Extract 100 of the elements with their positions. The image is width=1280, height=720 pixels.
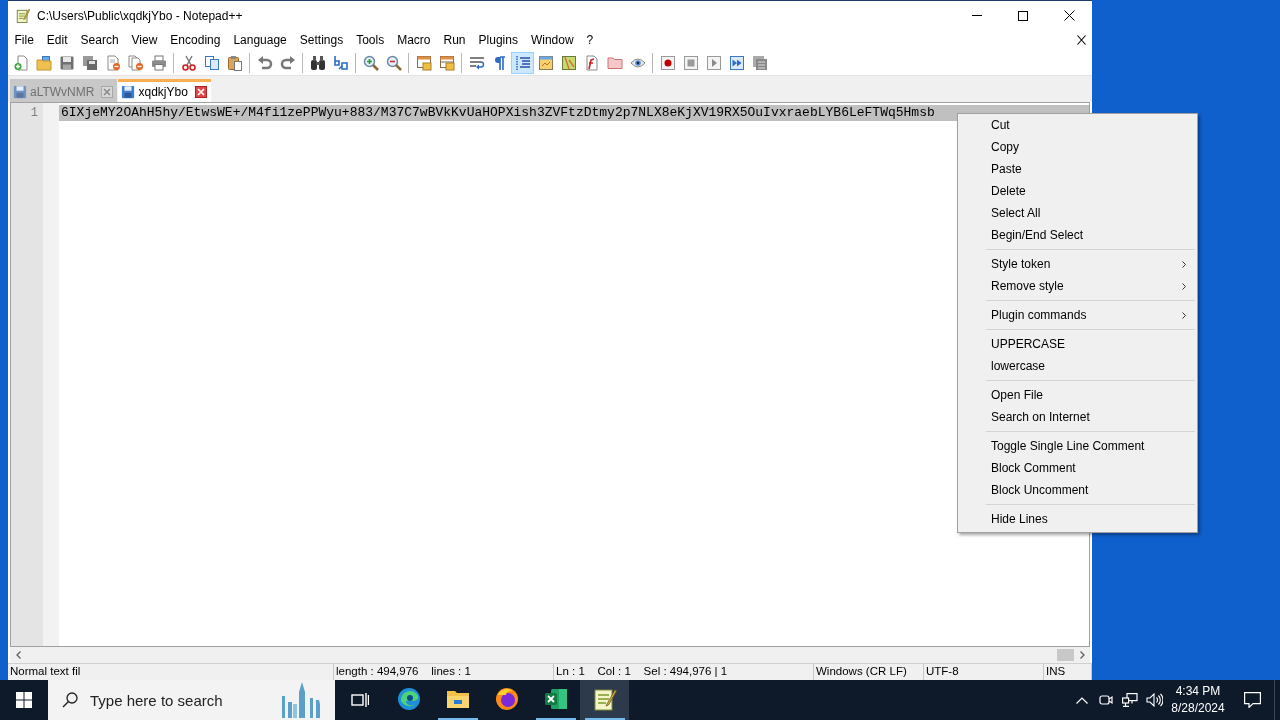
redo-icon — [279, 54, 296, 71]
menu-item[interactable]: Settings — [293, 30, 350, 50]
undo-icon — [256, 54, 273, 71]
chevron-right-icon — [1079, 651, 1085, 659]
context-menu-item[interactable]: Search on Internet — [958, 406, 1197, 428]
search-input[interactable]: Type here to search — [90, 680, 267, 720]
status-position: Ln : 1 Col : 1 Sel : 494,976 | 1 — [556, 664, 728, 680]
floppy-icon — [13, 85, 27, 99]
search-field[interactable]: Type here to search — [48, 680, 335, 720]
browser-icon — [494, 687, 519, 711]
word-wrap-icon — [468, 54, 485, 71]
floppy-icon — [121, 85, 136, 99]
chevron-left-icon — [15, 651, 21, 659]
menu-item[interactable]: Window — [524, 30, 581, 50]
notepad-icon — [592, 687, 617, 711]
context-menu-item[interactable]: Open File — [958, 384, 1197, 406]
chevron-right-icon — [1182, 311, 1186, 319]
close-icon — [101, 86, 114, 98]
paste-icon — [226, 54, 243, 71]
status-insert-mode: INS — [1046, 664, 1066, 680]
function-list-icon — [583, 54, 600, 71]
close-all-icon — [127, 54, 144, 71]
network-icon — [1122, 693, 1138, 707]
notepad-icon — [16, 8, 30, 23]
menu-item[interactable]: Encoding — [163, 30, 227, 50]
speaker-icon — [1145, 693, 1163, 707]
chevron-up-icon — [1076, 696, 1088, 704]
context-menu-item[interactable]: Delete — [958, 180, 1197, 202]
context-menu-item[interactable]: Cut — [958, 114, 1197, 136]
context-menu-item[interactable]: Select All — [958, 202, 1197, 224]
window-lock-icon — [438, 54, 455, 71]
record-icon — [659, 54, 676, 71]
folder-icon — [445, 689, 470, 709]
replace-icon — [332, 54, 349, 71]
play-icon — [705, 54, 722, 71]
clock[interactable]: 4:34 PM 8/28/2024 — [1166, 680, 1230, 720]
context-menu-item[interactable]: Block Uncomment — [958, 479, 1197, 501]
maximize-icon — [1018, 10, 1028, 21]
camera-icon — [1099, 693, 1113, 707]
context-menu-item[interactable]: UPPERCASE — [958, 333, 1197, 355]
binoculars-icon — [309, 54, 326, 71]
search-icon — [62, 692, 78, 708]
fast-forward-icon — [728, 54, 745, 71]
zoom-in-icon — [362, 54, 379, 71]
context-menu-item[interactable]: Remove style — [958, 275, 1197, 297]
chevron-right-icon — [1182, 282, 1186, 290]
context-menu-item[interactable]: Block Comment — [958, 457, 1197, 479]
floppy-stack-icon — [81, 54, 98, 71]
floppy-icon — [58, 54, 75, 71]
menu-item[interactable]: Macro — [390, 30, 437, 50]
menu-item[interactable]: Edit — [40, 30, 75, 50]
tab-label: aLTWvNMR — [30, 84, 96, 101]
folder-icon — [606, 54, 623, 71]
context-menu-item[interactable]: Style token — [958, 253, 1197, 275]
printer-icon — [150, 54, 167, 71]
close-icon — [194, 86, 207, 98]
zoom-out-icon — [385, 54, 402, 71]
chevron-right-icon — [1182, 260, 1186, 268]
map-icon — [560, 54, 577, 71]
close-icon — [1077, 35, 1086, 45]
scissors-icon — [180, 54, 197, 71]
windows-logo-icon — [16, 692, 32, 708]
open-folder-icon — [35, 54, 52, 71]
status-line-ending: Windows (CR LF) — [816, 664, 907, 680]
new-file-icon — [12, 54, 29, 71]
status-length: length : 494,976 lines : 1 — [336, 664, 471, 680]
menu-item[interactable]: Search — [74, 30, 126, 50]
menu-item[interactable]: File — [8, 30, 41, 50]
document-tab[interactable]: xqdkjYbo — [118, 79, 211, 102]
tab-label: xqdkjYbo — [138, 84, 189, 101]
menu-item[interactable]: Tools — [349, 30, 391, 50]
stop-icon — [682, 54, 699, 71]
indent-guide-button[interactable] — [511, 51, 534, 74]
copy-icon — [203, 54, 220, 71]
window-icon — [537, 54, 554, 71]
context-menu-item[interactable]: Paste — [958, 158, 1197, 180]
window-title: C:\Users\Public\xqdkjYbo - Notepad++ — [37, 7, 243, 25]
speech-bubble-icon — [1243, 692, 1261, 708]
task-view-icon — [350, 692, 369, 708]
indent-guide-icon — [514, 54, 531, 71]
context-menu-item[interactable]: Hide Lines — [958, 508, 1197, 530]
window-lock-icon — [415, 54, 432, 71]
context-menu-item[interactable]: lowercase — [958, 355, 1197, 377]
menu-item[interactable]: Plugins — [472, 30, 525, 50]
status-encoding: UTF-8 — [926, 664, 959, 680]
context-menu-item[interactable]: Plugin commands — [958, 304, 1197, 326]
menu-item[interactable]: ? — [580, 30, 600, 50]
line-number: 1 — [30, 105, 38, 122]
scrollbar-thumb[interactable] — [1057, 649, 1074, 661]
minimize-icon — [972, 15, 982, 16]
status-file-type: Normal text fil — [10, 664, 81, 680]
context-menu-item[interactable]: Begin/End Select — [958, 224, 1197, 246]
taskbar-app-button[interactable] — [580, 680, 629, 720]
menu-item[interactable]: Run — [437, 30, 473, 50]
close-icon — [1063, 10, 1075, 21]
menu-item[interactable]: View — [125, 30, 164, 50]
menu-item[interactable]: Language — [226, 30, 294, 50]
browser-icon — [396, 687, 421, 711]
context-menu-item[interactable]: Copy — [958, 136, 1197, 158]
context-menu-item[interactable]: Toggle Single Line Comment — [958, 435, 1197, 457]
